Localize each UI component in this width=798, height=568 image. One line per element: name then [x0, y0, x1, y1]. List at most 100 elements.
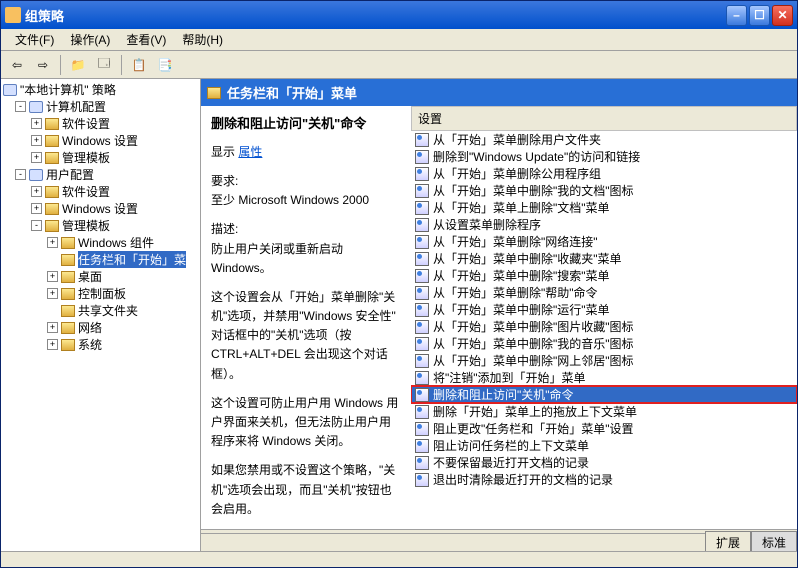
- export-button[interactable]: 📑: [153, 53, 177, 77]
- tree-control-panel[interactable]: +控制面板: [3, 285, 198, 302]
- forward-button[interactable]: ⇨: [31, 53, 55, 77]
- tree-admin-templates[interactable]: +管理模板: [3, 149, 198, 166]
- menu-help[interactable]: 帮助(H): [174, 29, 231, 50]
- close-button[interactable]: ✕: [772, 5, 793, 26]
- tree-windows-settings[interactable]: + Windows 设置: [3, 132, 198, 149]
- policy-item[interactable]: 将"注销"添加到「开始」菜单: [411, 369, 797, 386]
- policy-item[interactable]: 从「开始」菜单中删除"收藏夹"菜单: [411, 250, 797, 267]
- tree-label: 网络: [78, 319, 102, 336]
- policy-label: 从「开始」菜单上删除"文档"菜单: [433, 199, 610, 216]
- policy-label: 删除和阻止访问"关机"命令: [433, 386, 574, 403]
- collapse-icon[interactable]: -: [15, 101, 26, 112]
- tree-taskbar-start[interactable]: 任务栏和「开始」菜: [3, 251, 198, 268]
- policy-item[interactable]: 从「开始」菜单删除用户文件夹: [411, 131, 797, 148]
- expand-icon[interactable]: +: [47, 237, 58, 248]
- policy-icon: [415, 150, 429, 164]
- collapse-icon[interactable]: -: [15, 169, 26, 180]
- policy-item[interactable]: 从设置菜单删除程序: [411, 216, 797, 233]
- policy-list[interactable]: 设置 从「开始」菜单删除用户文件夹删除到"Windows Update"的访问和…: [411, 106, 797, 529]
- expand-icon[interactable]: +: [31, 135, 42, 146]
- tree-computer-config[interactable]: - 计算机配置: [3, 98, 198, 115]
- policy-item[interactable]: 不要保留最近打开文档的记录: [411, 454, 797, 471]
- policy-icon: [415, 184, 429, 198]
- expand-icon[interactable]: +: [31, 186, 42, 197]
- collapse-icon[interactable]: -: [31, 220, 42, 231]
- window-title: 组策略: [25, 6, 726, 25]
- policy-item[interactable]: 阻止更改"任务栏和「开始」菜单"设置: [411, 420, 797, 437]
- tree-admin-templates-2[interactable]: -管理模板: [3, 217, 198, 234]
- folder-icon: [61, 305, 75, 317]
- show-hide-button[interactable]: 🗔: [92, 53, 116, 77]
- policy-item[interactable]: 从「开始」菜单中删除"搜索"菜单: [411, 267, 797, 284]
- policy-item[interactable]: 从「开始」菜单中删除"图片收藏"图标: [411, 318, 797, 335]
- tree-windows-settings-2[interactable]: +Windows 设置: [3, 200, 198, 217]
- policy-item[interactable]: 删除「开始」菜单上的拖放上下文菜单: [411, 403, 797, 420]
- tab-extended[interactable]: 扩展: [705, 531, 751, 552]
- policy-item[interactable]: 从「开始」菜单中删除"我的文档"图标: [411, 182, 797, 199]
- tree-root[interactable]: "本地计算机" 策略: [3, 81, 198, 98]
- folder-icon: [45, 220, 59, 232]
- titlebar[interactable]: 组策略 – ☐ ✕: [1, 1, 797, 29]
- policy-item[interactable]: 从「开始」菜单中删除"网上邻居"图标: [411, 352, 797, 369]
- policy-item[interactable]: 从「开始」菜单中删除"运行"菜单: [411, 301, 797, 318]
- tree-pane[interactable]: "本地计算机" 策略 - 计算机配置 +软件设置 + Windows 设置 +管理模…: [1, 79, 201, 551]
- tree-shared-folders[interactable]: 共享文件夹: [3, 302, 198, 319]
- properties-button[interactable]: 📋: [127, 53, 151, 77]
- tree-label: 共享文件夹: [78, 302, 138, 319]
- expand-icon[interactable]: +: [31, 152, 42, 163]
- policy-item[interactable]: 删除到"Windows Update"的访问和链接: [411, 148, 797, 165]
- expand-icon[interactable]: +: [47, 288, 58, 299]
- config-icon: [29, 101, 43, 113]
- tree-label: 桌面: [78, 268, 102, 285]
- policy-item[interactable]: 从「开始」菜单上删除"文档"菜单: [411, 199, 797, 216]
- policy-item[interactable]: 从「开始」菜单删除"帮助"命令: [411, 284, 797, 301]
- description-pane: 删除和阻止访问"关机"命令 显示 属性 要求:至少 Microsoft Wind…: [201, 106, 411, 529]
- menu-file[interactable]: 文件(F): [7, 29, 62, 50]
- expand-icon[interactable]: +: [47, 271, 58, 282]
- tree-h-scrollbar[interactable]: [1, 551, 797, 567]
- folder-icon: [61, 254, 75, 266]
- policy-label: 将"注销"添加到「开始」菜单: [433, 369, 586, 386]
- list-column-header[interactable]: 设置: [411, 106, 797, 131]
- tree-label: 计算机配置: [46, 98, 106, 115]
- tree-desktop[interactable]: + 桌面: [3, 268, 198, 285]
- tree-windows-components[interactable]: +Windows 组件: [3, 234, 198, 251]
- policy-item[interactable]: 删除和阻止访问"关机"命令: [411, 386, 797, 403]
- h-scrollbar[interactable]: [201, 533, 705, 549]
- folder-icon: [61, 288, 75, 300]
- tree-label: 用户配置: [46, 166, 94, 183]
- policy-item[interactable]: 从「开始」菜单删除公用程序组: [411, 165, 797, 182]
- minimize-button[interactable]: –: [726, 5, 747, 26]
- tree-network[interactable]: + 网络: [3, 319, 198, 336]
- policy-item[interactable]: 从「开始」菜单删除"网络连接": [411, 233, 797, 250]
- policy-icon: [415, 133, 429, 147]
- tree-software-settings-2[interactable]: +软件设置: [3, 183, 198, 200]
- folder-icon: [45, 186, 59, 198]
- back-button[interactable]: ⇦: [5, 53, 29, 77]
- policy-label: 阻止访问任务栏的上下文菜单: [433, 437, 589, 454]
- tree-user-config[interactable]: - 用户配置: [3, 166, 198, 183]
- tab-standard[interactable]: 标准: [751, 531, 797, 552]
- menu-action[interactable]: 操作(A): [62, 29, 118, 50]
- policy-item[interactable]: 阻止访问任务栏的上下文菜单: [411, 437, 797, 454]
- tree-software-settings[interactable]: +软件设置: [3, 115, 198, 132]
- policy-icon: [415, 422, 429, 436]
- properties-link[interactable]: 属性: [238, 145, 262, 159]
- policy-title: 删除和阻止访问"关机"命令: [211, 114, 401, 135]
- expand-icon[interactable]: +: [31, 118, 42, 129]
- policy-label: 从「开始」菜单中删除"我的音乐"图标: [433, 335, 634, 352]
- expand-icon[interactable]: +: [47, 322, 58, 333]
- menu-view[interactable]: 查看(V): [118, 29, 174, 50]
- policy-item[interactable]: 从「开始」菜单中删除"我的音乐"图标: [411, 335, 797, 352]
- policy-icon: [415, 354, 429, 368]
- expand-icon[interactable]: +: [47, 339, 58, 350]
- maximize-button[interactable]: ☐: [749, 5, 770, 26]
- policy-label: 从「开始」菜单中删除"收藏夹"菜单: [433, 250, 622, 267]
- up-button[interactable]: 📁: [66, 53, 90, 77]
- tree-label: Windows 设置: [62, 132, 138, 149]
- policy-item[interactable]: 退出时清除最近打开的文档的记录: [411, 471, 797, 488]
- tree-system[interactable]: +系统: [3, 336, 198, 353]
- folder-icon: [45, 118, 59, 130]
- expand-icon[interactable]: +: [31, 203, 42, 214]
- folder-icon: [61, 237, 75, 249]
